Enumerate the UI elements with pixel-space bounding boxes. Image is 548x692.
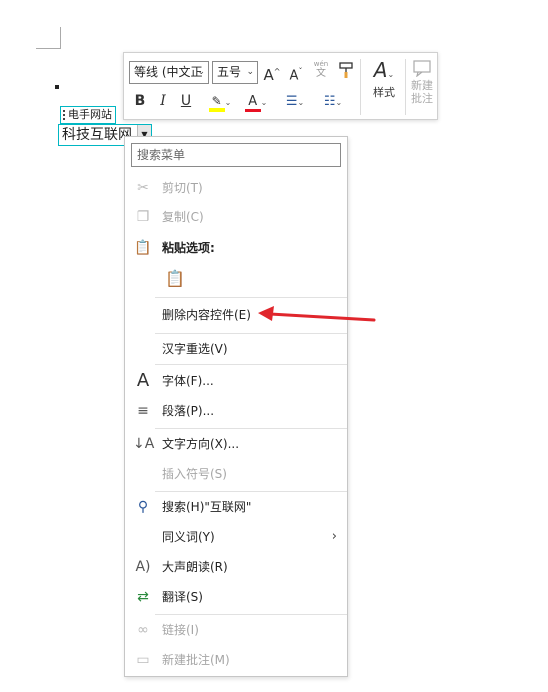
menu-separator — [155, 333, 347, 334]
mini-toolbar: 等线 (中文正 ⌄ 五号 ⌄ A^ Aˇ wén 文 A⌄ 样式 新建 批注 B… — [123, 52, 438, 120]
menu-item-copy[interactable]: ❐ 复制(C) — [125, 203, 347, 231]
italic-button[interactable]: I — [156, 91, 170, 111]
styles-icon: A⌄ — [373, 58, 395, 82]
phonetic-guide-button[interactable]: wén 文 — [311, 59, 331, 79]
comment-icon — [407, 59, 437, 79]
annotation-arrow-icon — [258, 306, 376, 322]
clipboard-icon: 📋 — [134, 240, 152, 256]
menu-item-translate[interactable]: ⇄ 翻译(S) — [125, 583, 347, 611]
numbering-button[interactable]: ☷⌄ — [316, 91, 350, 113]
shrink-font-button[interactable]: Aˇ — [287, 62, 305, 86]
font-size-combo[interactable]: 五号 ⌄ — [212, 61, 258, 84]
link-icon: ∞ — [137, 622, 149, 638]
highlighter-icon: ✎ — [208, 94, 225, 112]
search-menu-input[interactable]: 搜索菜单 — [131, 143, 341, 167]
chevron-down-icon: ⌄ — [246, 67, 254, 77]
menu-item-synonyms[interactable]: 同义词(Y) › — [125, 523, 347, 551]
translate-icon: ⇄ — [137, 589, 149, 605]
font-color-button[interactable]: A ⌄ — [238, 91, 274, 113]
format-painter-icon[interactable] — [336, 61, 356, 85]
search-icon: ⚲ — [137, 499, 149, 515]
font-name-value: 等线 (中文正 — [134, 65, 203, 79]
highlight-button[interactable]: ✎ ⌄ — [202, 91, 238, 113]
menu-item-paste-options: 📋 粘贴选项: — [134, 240, 215, 256]
font-size-value: 五号 — [217, 65, 242, 79]
content-control-text: 科技互联网 — [62, 127, 132, 143]
read-aloud-icon: A) — [135, 559, 151, 575]
bold-button[interactable]: B — [133, 91, 147, 111]
font-icon: A — [136, 370, 150, 391]
grip-icon — [63, 110, 65, 120]
grow-font-button[interactable]: A^ — [263, 62, 281, 85]
styles-button[interactable]: A⌄ 样式 — [365, 59, 403, 100]
menu-item-search[interactable]: ⚲ 搜索(H)"互联网" — [125, 493, 347, 521]
text-direction-icon: ↓A — [133, 436, 155, 452]
menu-item-reconvert[interactable]: 汉字重选(V) — [125, 335, 347, 363]
copy-icon: ❐ — [136, 209, 150, 225]
menu-item-read-aloud[interactable]: A) 大声朗读(R) — [125, 553, 347, 581]
bullet-list-icon: ☰ — [285, 94, 298, 109]
menu-item-insert-symbol[interactable]: 插入符号(S) — [125, 460, 347, 488]
new-comment-button[interactable]: 新建 批注 — [407, 59, 437, 105]
context-menu: 搜索菜单 ✂ 剪切(T) ❐ 复制(C) 📋 粘贴选项: 📋 删除内容控件(E)… — [124, 136, 348, 677]
styles-label: 样式 — [373, 86, 395, 99]
underline-button[interactable]: U — [179, 91, 193, 111]
menu-item-font[interactable]: A 字体(F)... — [125, 367, 347, 395]
paste-keep-text-icon[interactable]: 📋 — [163, 265, 187, 293]
font-name-combo[interactable]: 等线 (中文正 ⌄ — [129, 61, 209, 84]
menu-separator — [155, 428, 347, 429]
menu-item-paragraph[interactable]: ≡ 段落(P)... — [125, 397, 347, 425]
menu-separator — [155, 491, 347, 492]
menu-item-new-comment[interactable]: ▭ 新建批注(M) — [125, 646, 347, 674]
content-control-tag-label: 电手网站 — [68, 108, 112, 121]
menu-item-link[interactable]: ∞ 链接(I) — [125, 616, 347, 644]
menu-separator — [155, 297, 347, 298]
bullets-button[interactable]: ☰⌄ — [278, 91, 312, 113]
font-color-icon: A — [244, 94, 261, 112]
menu-item-text-direction[interactable]: ↓A 文字方向(X)... — [125, 430, 347, 458]
paragraph-bullet — [55, 85, 59, 89]
paragraph-icon: ≡ — [137, 403, 149, 419]
scissors-icon: ✂ — [137, 180, 149, 196]
menu-item-cut[interactable]: ✂ 剪切(T) — [125, 174, 347, 202]
menu-separator — [155, 614, 347, 615]
page-corner-mark — [36, 27, 61, 49]
toolbar-separator — [360, 59, 361, 115]
toolbar-separator — [405, 59, 406, 115]
content-control-tag[interactable]: 电手网站 — [60, 106, 116, 124]
chevron-right-icon: › — [331, 529, 337, 544]
chevron-down-icon: ⌄ — [197, 67, 205, 77]
comment-icon: ▭ — [136, 652, 150, 668]
menu-separator — [155, 364, 347, 365]
numbered-list-icon: ☷ — [323, 94, 336, 109]
